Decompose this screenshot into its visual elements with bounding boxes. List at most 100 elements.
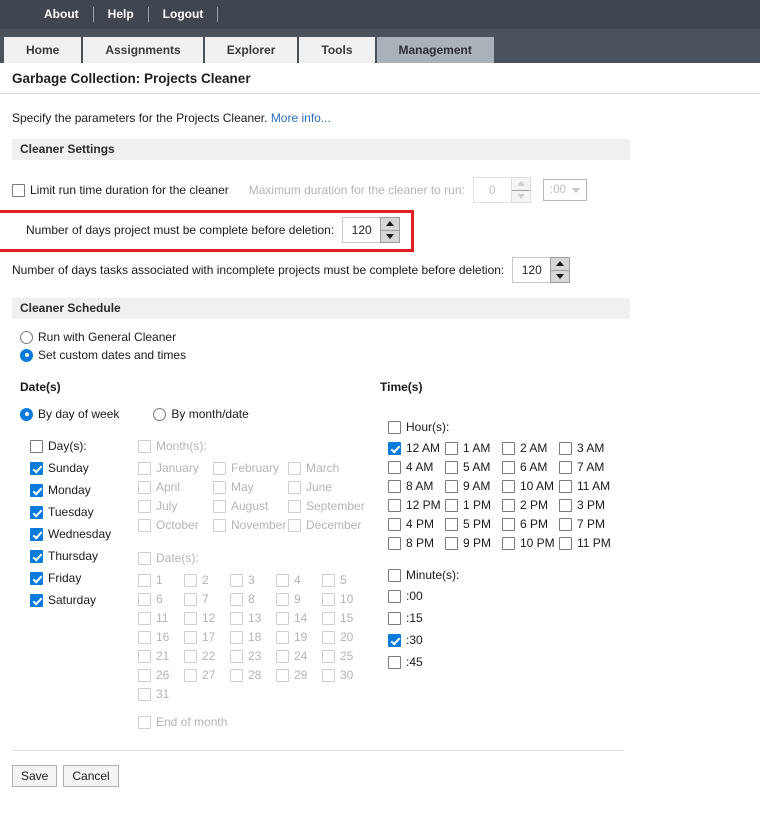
dates-group-toggle[interactable]: Date(s): — [138, 551, 199, 565]
max-duration-spinner-arrows[interactable] — [510, 177, 531, 203]
months-group-checkbox[interactable] — [138, 439, 151, 453]
date-22[interactable]: 22 — [184, 649, 230, 663]
date-21-checkbox[interactable] — [138, 649, 151, 663]
more-info-link[interactable]: More info... — [271, 111, 331, 125]
day-thursday[interactable]: Thursday — [30, 549, 132, 563]
hour-3-pm-checkbox[interactable] — [559, 498, 572, 512]
date-10-checkbox[interactable] — [322, 592, 335, 606]
date-6-checkbox[interactable] — [138, 592, 151, 606]
month-june[interactable]: June — [288, 480, 363, 494]
cancel-button[interactable]: Cancel — [63, 764, 119, 787]
minute-00[interactable]: :00 — [388, 589, 748, 603]
hour-12-am[interactable]: 12 AM — [388, 441, 445, 455]
hour-2-pm-checkbox[interactable] — [502, 498, 515, 512]
month-july-checkbox[interactable] — [138, 499, 151, 513]
hour-8-am[interactable]: 8 AM — [388, 479, 445, 493]
date-18[interactable]: 18 — [230, 630, 276, 644]
spinner-down-icon[interactable] — [381, 231, 399, 243]
date-25[interactable]: 25 — [322, 649, 368, 663]
hour-12-pm[interactable]: 12 PM — [388, 498, 445, 512]
date-19-checkbox[interactable] — [276, 630, 289, 644]
hour-10-am-checkbox[interactable] — [502, 479, 515, 493]
hour-12-pm-checkbox[interactable] — [388, 498, 401, 512]
date-4[interactable]: 4 — [276, 573, 322, 587]
month-march[interactable]: March — [288, 461, 363, 475]
date-1-checkbox[interactable] — [138, 573, 151, 587]
hour-11-am-checkbox[interactable] — [559, 479, 572, 493]
dates-mode-month-date-radio[interactable] — [153, 407, 167, 421]
hour-9-pm[interactable]: 9 PM — [445, 536, 502, 550]
topbar-link-logout[interactable]: Logout — [149, 0, 218, 29]
hour-1-am[interactable]: 1 AM — [445, 441, 502, 455]
month-may-checkbox[interactable] — [213, 480, 226, 494]
dates-mode-day-of-week[interactable]: By day of week — [20, 407, 119, 421]
hour-5-pm-checkbox[interactable] — [445, 517, 458, 531]
hour-7-pm-checkbox[interactable] — [559, 517, 572, 531]
max-duration-spinner[interactable]: 0 — [472, 177, 531, 203]
spinner-up-icon[interactable] — [381, 218, 400, 231]
date-11-checkbox[interactable] — [138, 611, 151, 625]
date-13-checkbox[interactable] — [230, 611, 243, 625]
month-august-checkbox[interactable] — [213, 499, 226, 513]
day-friday-checkbox[interactable] — [30, 571, 43, 585]
dates-mode-month-date[interactable]: By month/date — [153, 407, 249, 421]
date-2[interactable]: 2 — [184, 573, 230, 587]
day-thursday-checkbox[interactable] — [30, 549, 43, 563]
hour-9-pm-checkbox[interactable] — [445, 536, 458, 550]
minutes-group-toggle[interactable]: Minute(s): — [388, 568, 459, 582]
hour-3-pm[interactable]: 3 PM — [559, 498, 616, 512]
date-20[interactable]: 20 — [322, 630, 368, 644]
dates-group-checkbox[interactable] — [138, 551, 151, 565]
day-saturday-checkbox[interactable] — [30, 593, 43, 607]
days-project-complete-value[interactable]: 120 — [342, 217, 381, 243]
save-button[interactable]: Save — [12, 764, 58, 787]
hour-10-pm-checkbox[interactable] — [502, 536, 515, 550]
date-2-checkbox[interactable] — [184, 573, 197, 587]
schedule-mode-custom[interactable]: Set custom dates and times — [20, 348, 748, 362]
date-7-checkbox[interactable] — [184, 592, 197, 606]
minute-30-checkbox[interactable] — [388, 633, 401, 647]
month-august[interactable]: August — [213, 499, 288, 513]
month-december[interactable]: December — [288, 518, 363, 532]
date-5[interactable]: 5 — [322, 573, 368, 587]
hour-11-am[interactable]: 11 AM — [559, 479, 616, 493]
tab-explorer[interactable]: Explorer — [204, 37, 298, 63]
hours-group-toggle[interactable]: Hour(s): — [388, 420, 449, 434]
hour-5-am-checkbox[interactable] — [445, 460, 458, 474]
minute-45-checkbox[interactable] — [388, 655, 401, 669]
end-of-month-checkbox[interactable] — [138, 715, 151, 729]
date-6[interactable]: 6 — [138, 592, 184, 606]
hour-6-pm[interactable]: 6 PM — [502, 517, 559, 531]
hour-4-am[interactable]: 4 AM — [388, 460, 445, 474]
date-25-checkbox[interactable] — [322, 649, 335, 663]
date-28[interactable]: 28 — [230, 668, 276, 682]
month-may[interactable]: May — [213, 480, 288, 494]
days-tasks-complete-value[interactable]: 120 — [512, 257, 551, 283]
date-14-checkbox[interactable] — [276, 611, 289, 625]
hour-9-am[interactable]: 9 AM — [445, 479, 502, 493]
hour-10-am[interactable]: 10 AM — [502, 479, 559, 493]
day-sunday-checkbox[interactable] — [30, 461, 43, 475]
hour-3-am-checkbox[interactable] — [559, 441, 572, 455]
max-duration-minutes-select[interactable]: :00 — [542, 179, 587, 201]
hour-11-pm-checkbox[interactable] — [559, 536, 572, 550]
date-31-checkbox[interactable] — [138, 687, 151, 701]
spinner-down-icon[interactable] — [512, 191, 530, 203]
date-17[interactable]: 17 — [184, 630, 230, 644]
date-30-checkbox[interactable] — [322, 668, 335, 682]
date-12[interactable]: 12 — [184, 611, 230, 625]
minute-45[interactable]: :45 — [388, 655, 748, 669]
schedule-mode-custom-radio[interactable] — [20, 348, 33, 362]
day-wednesday-checkbox[interactable] — [30, 527, 43, 541]
date-9-checkbox[interactable] — [276, 592, 289, 606]
date-10[interactable]: 10 — [322, 592, 368, 606]
minute-00-checkbox[interactable] — [388, 589, 401, 603]
month-january[interactable]: January — [138, 461, 213, 475]
date-7[interactable]: 7 — [184, 592, 230, 606]
day-tuesday[interactable]: Tuesday — [30, 505, 132, 519]
date-23[interactable]: 23 — [230, 649, 276, 663]
days-project-complete-spinner-arrows[interactable] — [380, 217, 401, 243]
days-project-complete-spinner[interactable]: 120 — [342, 217, 401, 243]
day-wednesday[interactable]: Wednesday — [30, 527, 132, 541]
end-of-month-toggle[interactable]: End of month — [138, 715, 227, 729]
